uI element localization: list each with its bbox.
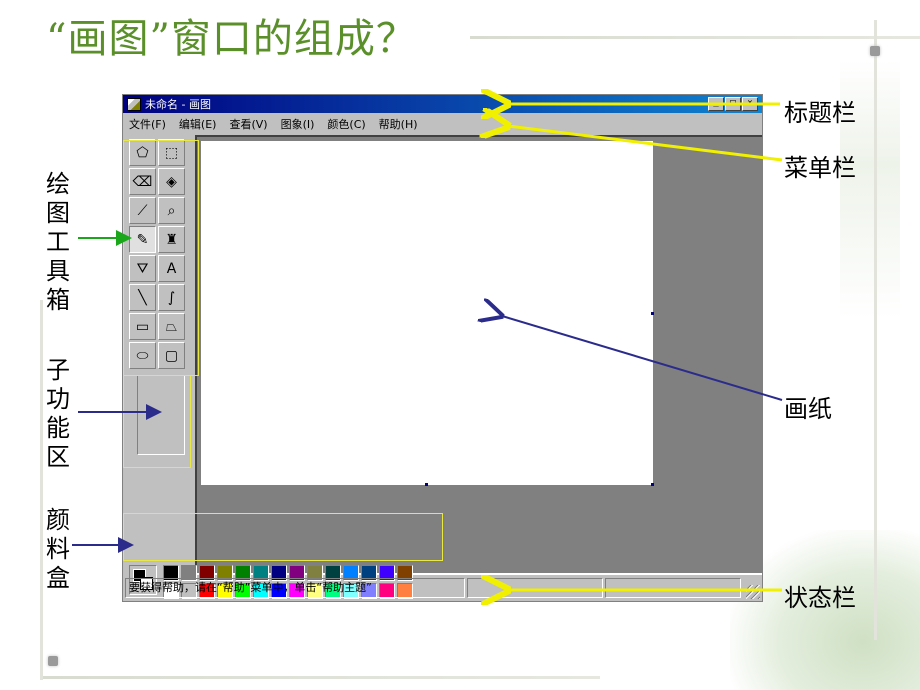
label-sub-function: 子功能区 — [46, 356, 70, 471]
menu-bar: 文件(F) 编辑(E) 查看(V) 图象(I) 颜色(C) 帮助(H) — [123, 114, 762, 134]
label-status-bar: 状态栏 — [784, 584, 856, 612]
decorative-dot — [870, 46, 880, 56]
resize-handle[interactable] — [425, 483, 428, 486]
decorative-line — [40, 676, 600, 679]
title-bar[interactable]: 未命名 - 画图 _ □ × — [123, 95, 762, 113]
menu-view[interactable]: 查看(V) — [229, 116, 267, 132]
slide-title: “画图”窗口的组成？ — [46, 16, 417, 62]
menu-image[interactable]: 图象(I) — [281, 116, 315, 132]
decorative-line — [40, 300, 43, 680]
status-coordinates — [467, 578, 603, 598]
canvas-scroll-area[interactable] — [195, 135, 762, 575]
resize-handle[interactable] — [651, 312, 654, 315]
window-controls: _ □ × — [708, 97, 758, 111]
toolbox-highlight — [123, 140, 199, 376]
size-grip-icon[interactable] — [746, 585, 760, 599]
decorative-line — [874, 20, 877, 640]
drawing-canvas[interactable] — [201, 141, 653, 485]
decorative-dot — [48, 656, 58, 666]
options-highlight — [123, 375, 191, 468]
work-area: ⬠ ⬚ ⌫ ◈ ⟋ ⌕ ✎ ♜ ⛛ A ╲ ∫ ▭ ⏢ ⬭ ▢ — [123, 135, 762, 599]
minimize-button[interactable]: _ — [708, 97, 724, 111]
label-canvas: 画纸 — [784, 395, 832, 423]
label-title-bar: 标题栏 — [784, 99, 856, 127]
menu-file[interactable]: 文件(F) — [129, 116, 166, 132]
menu-help[interactable]: 帮助(H) — [379, 116, 418, 132]
menu-edit[interactable]: 编辑(E) — [179, 116, 217, 132]
menu-colors[interactable]: 颜色(C) — [327, 116, 365, 132]
label-palette: 颜料盒 — [46, 506, 70, 592]
maximize-button[interactable]: □ — [725, 97, 741, 111]
decorative-line — [470, 36, 920, 39]
window-title: 未命名 - 画图 — [145, 98, 211, 111]
status-size — [605, 578, 741, 598]
label-menu-bar: 菜单栏 — [784, 154, 856, 182]
close-button[interactable]: × — [742, 97, 758, 111]
label-toolbox: 绘图工具箱 — [46, 170, 70, 314]
paint-app-icon[interactable] — [127, 97, 141, 111]
palette-highlight — [123, 513, 443, 561]
status-message: 要获得帮助，请在“帮助”菜单中，单击“帮助主题” — [125, 578, 465, 598]
status-bar: 要获得帮助，请在“帮助”菜单中，单击“帮助主题” — [123, 575, 762, 601]
resize-handle[interactable] — [651, 483, 654, 486]
